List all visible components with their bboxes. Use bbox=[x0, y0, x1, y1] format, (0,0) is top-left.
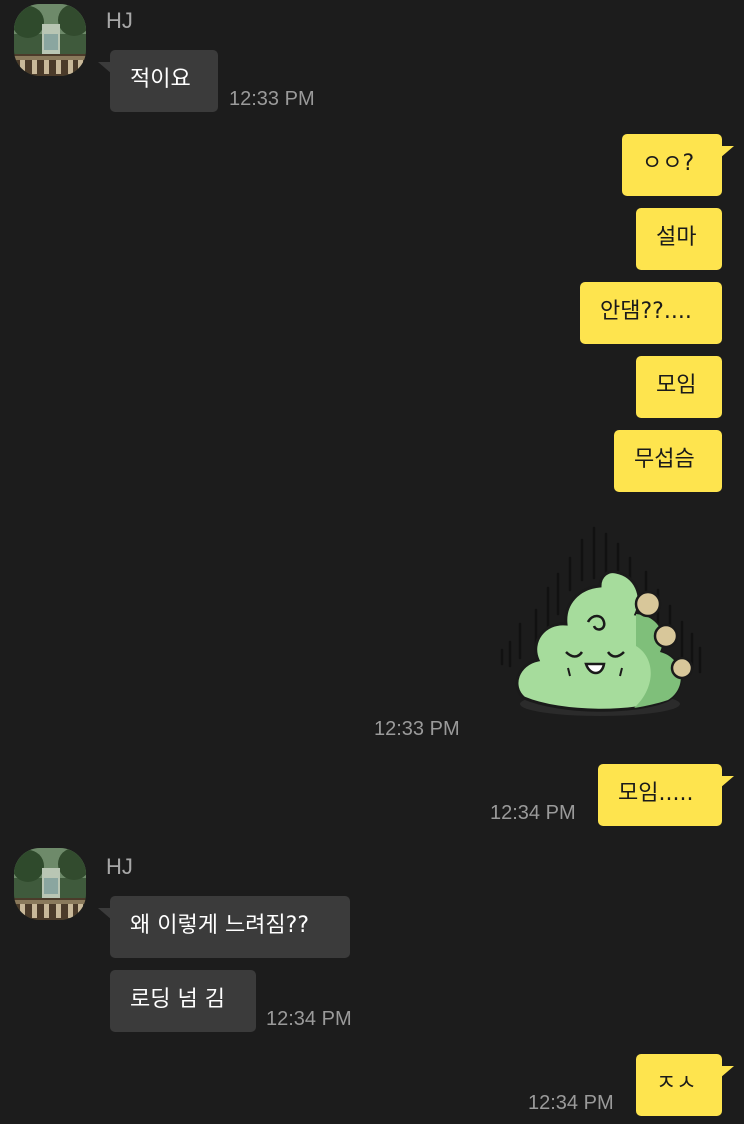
bubble-tail bbox=[720, 146, 734, 158]
message-timestamp: 12:34 PM bbox=[266, 1008, 352, 1030]
message-timestamp: 12:33 PM bbox=[229, 88, 315, 110]
message-bubble-incoming[interactable]: 왜 이렇게 느려짐?? bbox=[110, 896, 350, 958]
avatar[interactable] bbox=[14, 4, 86, 76]
message-bubble-incoming[interactable]: 적이요 bbox=[110, 50, 218, 112]
bubble-tail bbox=[720, 1066, 734, 1078]
message-bubble-outgoing[interactable]: ㅈㅅ bbox=[636, 1054, 722, 1116]
message-timestamp: 12:33 PM bbox=[374, 718, 460, 740]
message-bubble-outgoing[interactable]: ㅇㅇ? bbox=[622, 134, 722, 196]
bubble-tail bbox=[720, 776, 734, 788]
avatar-landscape-icon bbox=[14, 848, 86, 920]
message-bubble-outgoing[interactable]: 안댐??.... bbox=[580, 282, 722, 344]
sender-name: HJ bbox=[106, 854, 133, 879]
green-poop-sticker-icon bbox=[500, 526, 702, 716]
message-bubble-outgoing[interactable]: 무섭슴 bbox=[614, 430, 722, 492]
avatar[interactable] bbox=[14, 848, 86, 920]
message-bubble-outgoing[interactable]: 모임 bbox=[636, 356, 722, 418]
message-timestamp: 12:34 PM bbox=[490, 802, 576, 824]
message-bubble-outgoing[interactable]: 설마 bbox=[636, 208, 722, 270]
sender-name: HJ bbox=[106, 8, 133, 33]
avatar-landscape-icon bbox=[14, 4, 86, 76]
message-bubble-incoming[interactable]: 로딩 넘 김 bbox=[110, 970, 256, 1032]
message-bubble-outgoing[interactable]: 모임..... bbox=[598, 764, 722, 826]
message-timestamp: 12:34 PM bbox=[528, 1092, 614, 1114]
chat-log: HJ 적이요 12:33 PM ㅇㅇ? 설마 안댐??.... 모임 무섭슴 1… bbox=[0, 0, 744, 1124]
sticker-message[interactable] bbox=[496, 518, 706, 724]
